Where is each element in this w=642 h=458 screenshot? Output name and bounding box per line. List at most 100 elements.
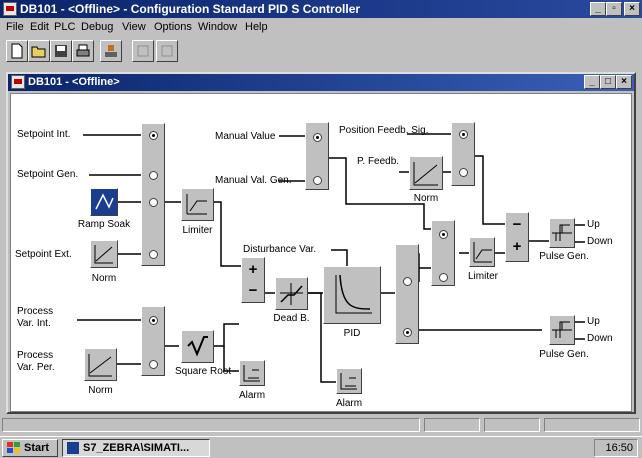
radio-output-direct[interactable] bbox=[403, 328, 412, 337]
menu-options[interactable]: Options bbox=[154, 21, 192, 33]
inner-minimize-icon[interactable]: _ bbox=[584, 75, 600, 89]
norm-label-1: Norm bbox=[91, 273, 117, 284]
radio-setpoint-ext[interactable] bbox=[149, 250, 158, 259]
output-down-2: Down bbox=[587, 333, 613, 344]
alarm-block-1[interactable] bbox=[239, 360, 265, 386]
status-pane-3 bbox=[484, 418, 540, 432]
pulse-gen-block-2[interactable] bbox=[549, 315, 575, 345]
taskbar: Start S7_ZEBRA\SIMATI... 16:50 bbox=[0, 436, 642, 458]
pid-block[interactable] bbox=[323, 266, 381, 324]
taskbar-clock: 16:50 bbox=[594, 439, 638, 457]
menu-file[interactable]: File bbox=[6, 21, 24, 33]
load-icon[interactable] bbox=[100, 40, 122, 62]
ramp-soak-label: Ramp Soak bbox=[77, 219, 131, 230]
dead-band-block[interactable] bbox=[275, 277, 308, 310]
status-pane-4 bbox=[544, 418, 640, 432]
manual-selector-switch bbox=[305, 122, 329, 190]
setpoint-sum-junction: + − bbox=[241, 257, 265, 303]
inner-close-icon[interactable]: × bbox=[616, 75, 632, 89]
menu-plc[interactable]: PLC bbox=[54, 21, 75, 33]
simatic-app-icon bbox=[67, 442, 79, 454]
start-button[interactable]: Start bbox=[2, 439, 58, 457]
output-down-1: Down bbox=[587, 236, 613, 247]
radio-p-feedb[interactable] bbox=[459, 168, 468, 177]
label-position-feedb-sig: Position Feedb. Sig. bbox=[339, 125, 429, 136]
pid-block-diagram: Setpoint Int. Setpoint Gen. Setpoint Ext… bbox=[10, 93, 632, 412]
square-root-block[interactable] bbox=[181, 330, 214, 363]
limiter-block-setpoint[interactable] bbox=[181, 188, 214, 221]
label-manual-value: Manual Value bbox=[215, 131, 276, 142]
pulse-gen-label-2: Pulse Gen. bbox=[539, 349, 589, 360]
label-manual-val-gen: Manual Val. Gen. bbox=[215, 175, 292, 186]
norm-block-setpoint[interactable] bbox=[90, 240, 118, 268]
label-setpoint-gen: Setpoint Gen. bbox=[17, 169, 79, 180]
label-process-var-per: Process Var. Per. bbox=[17, 350, 55, 373]
limiter-label-2: Limiter bbox=[467, 271, 498, 282]
open-icon[interactable] bbox=[28, 40, 50, 62]
menu-bar: File Edit PLC Debug View Options Window … bbox=[0, 18, 642, 36]
close-icon[interactable]: × bbox=[624, 2, 640, 16]
radio-auto-mode[interactable] bbox=[439, 273, 448, 282]
menu-help[interactable]: Help bbox=[245, 21, 268, 33]
manual-auto-switch bbox=[431, 220, 455, 286]
alarm-block-2[interactable] bbox=[336, 368, 362, 394]
menu-view[interactable]: View bbox=[122, 21, 146, 33]
radio-manual-mode[interactable] bbox=[439, 230, 448, 239]
setpoint-selector-switch bbox=[141, 123, 165, 266]
save-icon[interactable] bbox=[50, 40, 72, 62]
norm-block-feedback[interactable] bbox=[409, 156, 443, 190]
label-setpoint-ext: Setpoint Ext. bbox=[15, 249, 72, 260]
radio-process-var-int[interactable] bbox=[149, 316, 158, 325]
app-title: DB101 - <Offline> - Configuration Standa… bbox=[20, 2, 361, 16]
radio-process-var-per[interactable] bbox=[149, 360, 158, 369]
status-pane-main bbox=[2, 418, 420, 432]
menu-window[interactable]: Window bbox=[198, 21, 237, 33]
norm-label-2: Norm bbox=[88, 385, 113, 396]
task-button-label: S7_ZEBRA\SIMATI... bbox=[83, 442, 190, 454]
toolbar bbox=[0, 38, 642, 64]
diagram-window-title: DB101 - <Offline> bbox=[28, 76, 120, 88]
start-label: Start bbox=[24, 442, 50, 454]
menu-debug[interactable]: Debug bbox=[81, 21, 113, 33]
dead-band-label: Dead B. bbox=[273, 313, 310, 324]
radio-ramp-soak[interactable] bbox=[149, 198, 158, 207]
minus-sign: − bbox=[248, 282, 258, 299]
pid-label: PID bbox=[343, 328, 361, 339]
process-var-selector-switch bbox=[141, 306, 165, 376]
minimize-icon[interactable]: _ bbox=[590, 2, 606, 16]
alarm-label-1: Alarm bbox=[238, 390, 266, 401]
label-disturbance-var: Disturbance Var. bbox=[243, 244, 317, 255]
status-bar bbox=[0, 416, 642, 434]
diagram-window: DB101 - <Offline> _ □ × Setpoint Int. Se… bbox=[6, 72, 636, 414]
limiter-label-1: Limiter bbox=[182, 225, 213, 236]
pulse-gen-block-1[interactable] bbox=[549, 218, 575, 248]
label-p-feedb: P. Feedb. bbox=[357, 156, 400, 167]
label-process-var-int: Process Var. Int. bbox=[17, 306, 54, 329]
pulse-gen-label-1: Pulse Gen. bbox=[539, 251, 589, 262]
restore-icon[interactable]: ▫ bbox=[606, 2, 622, 16]
app-icon[interactable] bbox=[3, 2, 17, 16]
inner-maximize-icon[interactable]: □ bbox=[600, 75, 616, 89]
diagram-window-title-bar: DB101 - <Offline> _ □ × bbox=[8, 74, 634, 91]
square-root-label: Square Root bbox=[175, 366, 232, 377]
print-icon[interactable] bbox=[72, 40, 94, 62]
windows-logo-icon bbox=[7, 442, 20, 453]
radio-position-feedb-sig[interactable] bbox=[459, 130, 468, 139]
radio-setpoint-int[interactable] bbox=[149, 131, 158, 140]
radio-output-pulse[interactable] bbox=[403, 277, 412, 286]
db-icon bbox=[11, 75, 25, 89]
plus-sign: + bbox=[248, 261, 258, 278]
status-pane-2 bbox=[424, 418, 480, 432]
ramp-soak-block[interactable] bbox=[90, 188, 118, 216]
task-button-simatic[interactable]: S7_ZEBRA\SIMATI... bbox=[62, 439, 210, 457]
feedback-selector-switch bbox=[451, 122, 475, 186]
limiter-block-output[interactable] bbox=[469, 237, 495, 267]
radio-setpoint-gen[interactable] bbox=[149, 171, 158, 180]
new-icon[interactable] bbox=[6, 40, 28, 62]
radio-manual-val-gen[interactable] bbox=[313, 176, 322, 185]
norm-block-process[interactable] bbox=[84, 348, 117, 381]
radio-manual-value[interactable] bbox=[313, 133, 322, 142]
output-up-1: Up bbox=[587, 219, 600, 230]
menu-edit[interactable]: Edit bbox=[30, 21, 49, 33]
output-up-2: Up bbox=[587, 316, 600, 327]
